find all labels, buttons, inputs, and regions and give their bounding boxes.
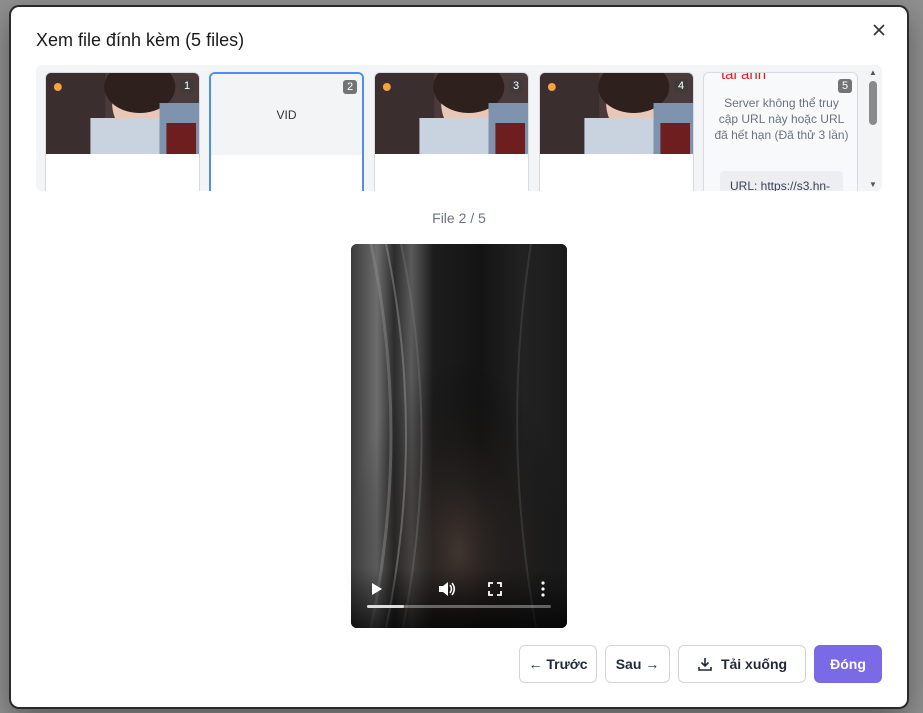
photo-thumbnail [540,73,693,154]
play-icon[interactable] [365,578,387,600]
video-label: VID [276,107,297,122]
modal-title: Xem file đính kèm (5 files) [36,30,245,50]
thumbnail-strip: 1 VID 2 3 4 tải ảnh Server không thể tru… [36,65,882,191]
thumbnail-number: 2 [343,80,357,94]
download-label: Tải xuống [720,656,788,672]
previous-button[interactable]: ← Trước [519,645,597,683]
scroll-thumb[interactable] [869,81,877,125]
more-options-icon[interactable] [532,578,554,600]
thumbnail-1[interactable]: 1 [45,72,200,191]
thumbnail-scrollbar[interactable]: ▲ ▼ [868,69,878,189]
video-player[interactable] [351,244,567,628]
thumbnail-2[interactable]: VID 2 [209,72,364,191]
video-progress-fill [367,605,404,608]
download-icon [698,658,712,671]
close-icon[interactable] [869,21,889,41]
close-button[interactable]: Đóng [814,645,882,683]
thumbnail-4[interactable]: 4 [539,72,694,191]
thumbnail-number: 5 [838,79,852,93]
scroll-down-arrow-icon[interactable]: ▼ [868,181,878,189]
thumbnail-number: 1 [180,79,194,93]
file-counter: File 2 / 5 [432,210,486,226]
video-controls [351,568,567,628]
video-placeholder: VID [211,74,362,155]
fullscreen-icon[interactable] [484,578,506,600]
volume-icon[interactable] [436,578,458,600]
photo-thumbnail [46,73,199,154]
video-progress-bar[interactable] [367,605,551,608]
error-message: Server không thể truy cập URL này hoặc U… [714,96,849,142]
next-button[interactable]: Sau → [605,645,670,683]
thumbnail-3[interactable]: 3 [374,72,529,191]
scroll-up-arrow-icon[interactable]: ▲ [868,69,878,77]
attachment-viewer-modal: Xem file đính kèm (5 files) 1 VID 2 3 4 … [11,7,907,707]
error-url: URL: https://s3.hn- [720,171,843,191]
photo-thumbnail [375,73,528,154]
thumbnail-number: 4 [674,79,688,93]
thumbnail-number: 3 [509,79,523,93]
error-title: tải ảnh [721,72,767,83]
thumbnail-5[interactable]: tải ảnh Server không thể truy cập URL nà… [703,72,858,191]
download-button[interactable]: Tải xuống [678,645,806,683]
